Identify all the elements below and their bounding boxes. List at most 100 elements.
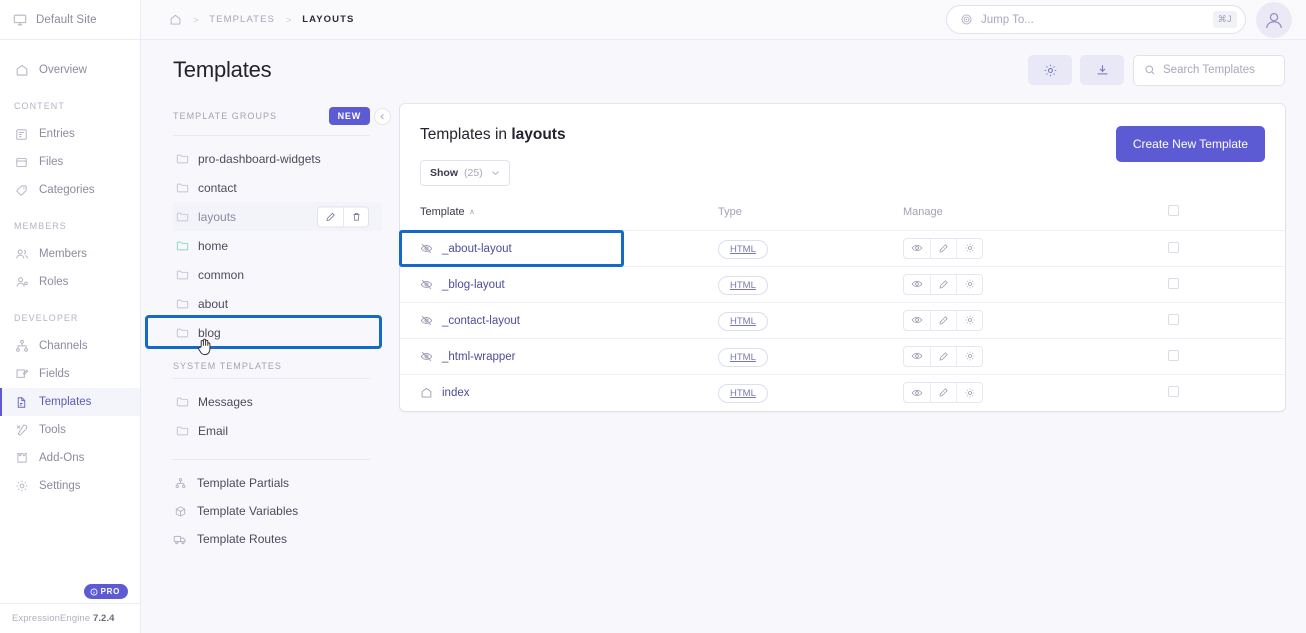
- column-header-template[interactable]: Template˄: [400, 205, 718, 231]
- row-checkbox[interactable]: [1168, 314, 1179, 325]
- template-group-item[interactable]: pro-dashboard-widgets: [173, 144, 382, 173]
- template-group-item[interactable]: blog: [173, 318, 382, 347]
- template-group-label: contact: [198, 181, 237, 195]
- cell-type: HTML: [718, 303, 903, 339]
- delete-group-button[interactable]: [343, 207, 368, 226]
- cell-select: [1168, 339, 1285, 375]
- system-template-item-email[interactable]: Email: [173, 416, 382, 445]
- sidebar-item-label: Overview: [39, 64, 87, 76]
- sidebar-group-title-developer: DEVELOPER: [0, 313, 140, 323]
- template-settings-button[interactable]: [956, 347, 982, 366]
- cell-manage: [903, 375, 1168, 411]
- edit-template-button[interactable]: [930, 239, 956, 258]
- column-label: Template: [420, 206, 465, 218]
- template-name-link[interactable]: _about-layout: [442, 243, 512, 255]
- edit-template-button[interactable]: [930, 383, 956, 402]
- table-row[interactable]: _blog-layout HTML: [400, 267, 1285, 303]
- site-switcher-label: Default Site: [36, 14, 97, 26]
- view-template-button[interactable]: [904, 383, 930, 402]
- template-settings-button[interactable]: [1028, 55, 1072, 85]
- template-group-item[interactable]: about: [173, 289, 382, 318]
- avatar[interactable]: [1256, 2, 1292, 38]
- new-group-button[interactable]: NEW: [329, 107, 370, 125]
- template-name-link[interactable]: _contact-layout: [442, 315, 520, 327]
- edit-group-button[interactable]: [318, 207, 343, 226]
- cell-type: HTML: [718, 339, 903, 375]
- row-checkbox[interactable]: [1168, 350, 1179, 361]
- sidebar-item-members[interactable]: Members: [0, 240, 140, 268]
- sidebar-item-fields[interactable]: Fields: [0, 360, 140, 388]
- sidebar-item-entries[interactable]: Entries: [0, 120, 140, 148]
- template-settings-button[interactable]: [956, 311, 982, 330]
- edit-template-button[interactable]: [930, 311, 956, 330]
- template-group-item[interactable]: common: [173, 260, 382, 289]
- row-checkbox[interactable]: [1168, 386, 1179, 397]
- export-templates-button[interactable]: [1080, 55, 1124, 85]
- row-checkbox[interactable]: [1168, 278, 1179, 289]
- sidebar-item-files[interactable]: Files: [0, 148, 140, 176]
- edit-template-button[interactable]: [930, 275, 956, 294]
- group-row-actions: [317, 206, 369, 227]
- type-badge[interactable]: HTML: [718, 240, 768, 259]
- sidebar-item-tools[interactable]: Tools: [0, 416, 140, 444]
- system-templates-list: Messages Email: [173, 379, 382, 445]
- jump-to-input[interactable]: Jump To... ⌘J: [946, 5, 1246, 34]
- table-row-highlighted[interactable]: _html-wrapper HTML: [400, 339, 1285, 375]
- sidebar-item-overview[interactable]: Overview: [0, 56, 140, 84]
- type-badge[interactable]: HTML: [718, 384, 768, 403]
- view-template-button[interactable]: [904, 275, 930, 294]
- sidebar-item-categories[interactable]: Categories: [0, 176, 140, 204]
- template-partials-link[interactable]: Template Partials: [173, 469, 382, 497]
- sidebar-group-title-members: MEMBERS: [0, 221, 140, 231]
- cell-type: HTML: [718, 375, 903, 411]
- view-template-button[interactable]: [904, 239, 930, 258]
- table-row[interactable]: _about-layout HTML: [400, 231, 1285, 267]
- sidebar-item-label: Channels: [39, 340, 88, 352]
- eye-hidden-icon: [420, 314, 433, 327]
- sidebar-item-settings[interactable]: Settings: [0, 472, 140, 500]
- template-settings-button[interactable]: [956, 383, 982, 402]
- templates-table: Template˄ Type Manage: [400, 205, 1285, 411]
- sidebar-item-roles[interactable]: Roles: [0, 268, 140, 296]
- type-badge[interactable]: HTML: [718, 312, 768, 331]
- collapse-panel-button[interactable]: [374, 108, 391, 125]
- table-row[interactable]: _contact-layout HTML: [400, 303, 1285, 339]
- template-settings-button[interactable]: [956, 275, 982, 294]
- cell-template-name: _contact-layout: [400, 303, 718, 339]
- template-name-link[interactable]: index: [442, 387, 470, 399]
- edit-template-button[interactable]: [930, 347, 956, 366]
- sidebar-item-templates[interactable]: Templates: [0, 388, 140, 416]
- template-name-link[interactable]: _html-wrapper: [442, 351, 516, 363]
- template-group-item-home[interactable]: home: [173, 231, 382, 260]
- column-header-type[interactable]: Type: [718, 205, 903, 231]
- breadcrumb-item-templates[interactable]: TEMPLATES: [209, 14, 275, 25]
- sidebar-item-add-ons[interactable]: Add-Ons: [0, 444, 140, 472]
- template-group-item-layouts[interactable]: layouts: [173, 202, 382, 231]
- system-template-item-messages[interactable]: Messages: [173, 387, 382, 416]
- partials-icon: [173, 476, 187, 490]
- pro-badge[interactable]: PRO: [84, 584, 128, 599]
- breadcrumb-home-icon[interactable]: [169, 13, 182, 26]
- topbar: > TEMPLATES > LAYOUTS Jump To... ⌘J: [141, 0, 1306, 40]
- create-new-template-button[interactable]: Create New Template: [1116, 126, 1265, 162]
- template-group-item[interactable]: contact: [173, 173, 382, 202]
- view-template-button[interactable]: [904, 347, 930, 366]
- template-name-link[interactable]: _blog-layout: [442, 279, 505, 291]
- template-settings-button[interactable]: [956, 239, 982, 258]
- view-template-button[interactable]: [904, 311, 930, 330]
- type-badge[interactable]: HTML: [718, 348, 768, 367]
- row-checkbox[interactable]: [1168, 242, 1179, 253]
- search-icon: [1144, 64, 1156, 76]
- template-utilities-list: Template Partials Template Variables: [173, 460, 382, 553]
- site-switcher[interactable]: Default Site: [0, 0, 140, 40]
- template-routes-link[interactable]: Template Routes: [173, 525, 382, 553]
- sidebar-item-channels[interactable]: Channels: [0, 332, 140, 360]
- type-badge[interactable]: HTML: [718, 276, 768, 295]
- select-all-checkbox[interactable]: [1168, 205, 1179, 216]
- gear-icon: [1043, 63, 1058, 78]
- search-templates-input[interactable]: Search Templates: [1133, 55, 1285, 86]
- info-icon: [90, 588, 98, 596]
- show-count-select[interactable]: Show (25): [420, 160, 510, 186]
- template-variables-link[interactable]: Template Variables: [173, 497, 382, 525]
- table-row[interactable]: index HTML: [400, 375, 1285, 411]
